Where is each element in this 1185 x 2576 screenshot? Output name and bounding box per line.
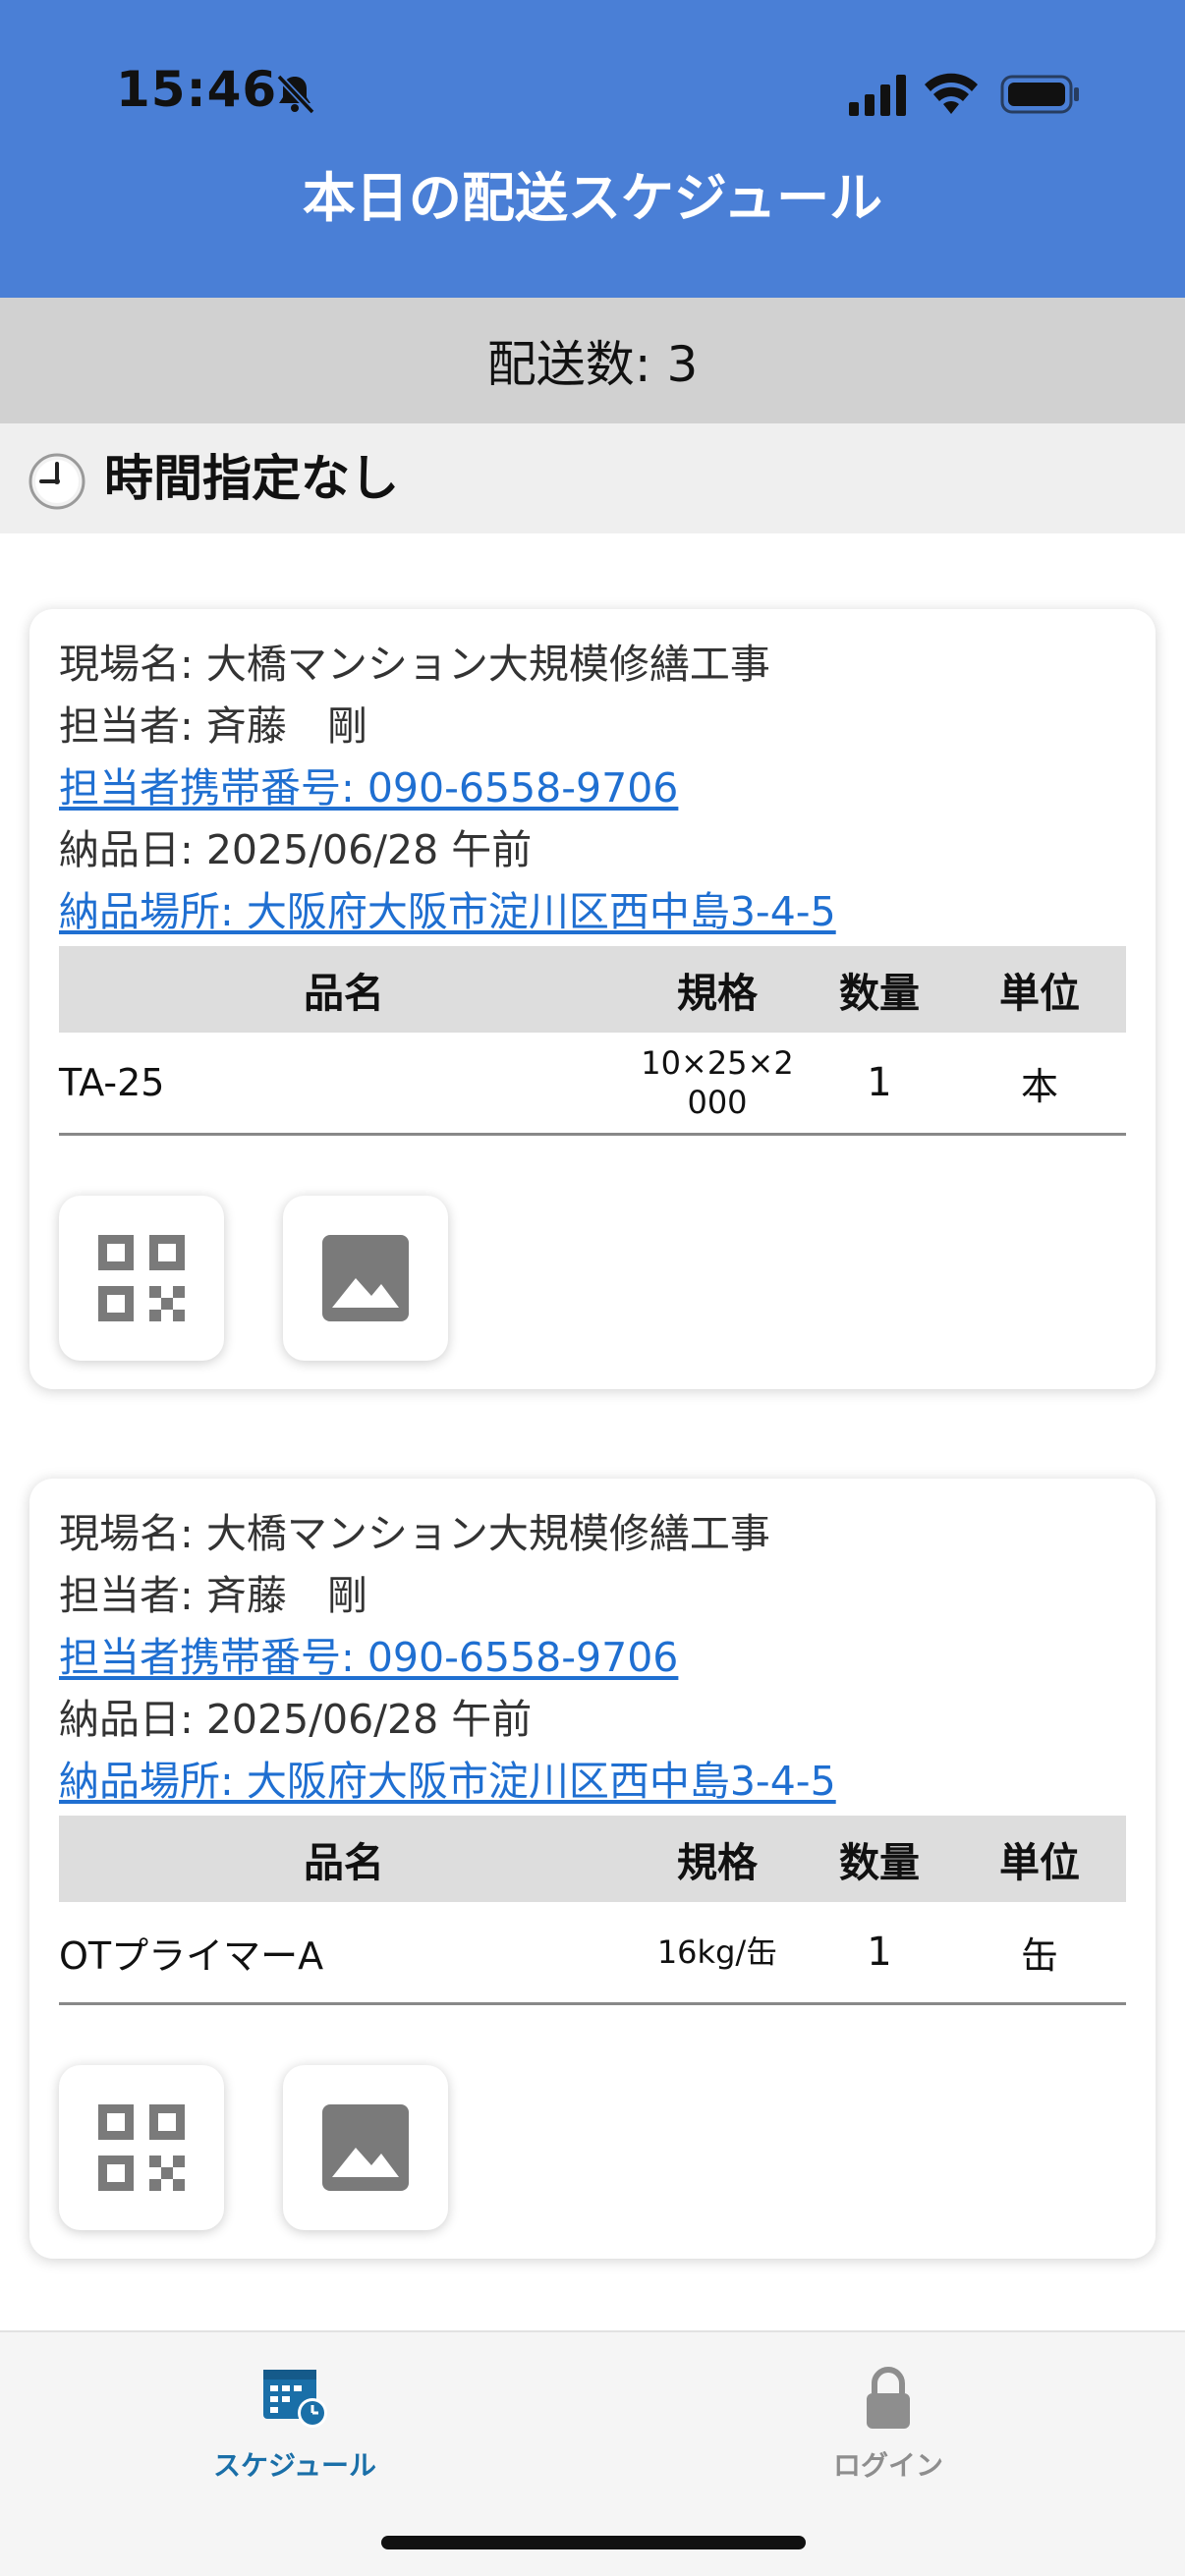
site-name: 現場名: 大橋マンション大規模修繕工事 [59,1510,770,1557]
item-spec: 10×25×2000 [641,1044,794,1121]
qr-code-button[interactable] [59,2065,224,2230]
qr-code-icon [98,2104,185,2191]
image-icon [322,2104,409,2191]
item-qty: 1 [867,1060,892,1105]
item-name: OTプライマーA [59,1933,324,1978]
item-name: TA-25 [59,1061,165,1104]
delivery-card: 現場名: 大橋マンション大規模修繕工事 担当者: 斉藤 剛 担当者携帯番号: 0… [29,1479,1156,2259]
cellular-signal-icon [849,75,906,116]
page-title: 本日の配送スケジュール [302,167,883,229]
home-indicator [381,2536,806,2549]
col-header-unit: 単位 [999,970,1080,1017]
item-qty: 1 [867,1930,892,1975]
tab-login[interactable]: ログイン [741,2354,1036,2482]
delivery-address-link[interactable]: 納品場所: 大阪府大阪市淀川区西中島3-4-5 [59,886,836,937]
photo-button[interactable] [283,1196,448,1361]
delivery-count: 配送数: 3 [0,298,1185,423]
status-time: 15:46 [116,61,278,118]
item-unit: 本 [1020,1064,1058,1108]
battery-icon [1000,75,1079,114]
site-name: 現場名: 大橋マンション大規模修繕工事 [59,641,770,688]
col-header-spec: 規格 [677,1839,758,1886]
delivery-date: 納品日: 2025/06/28 午前 [59,1696,533,1743]
app-screen: 15:46 本日の配送スケジュール 配送数: 3 時間指定なし 現場名: 大橋マ… [0,0,1185,2576]
bell-slash-icon [276,74,315,115]
header-bar: 15:46 本日の配送スケジュール [0,0,1185,298]
item-unit: 缶 [1020,1933,1058,1978]
delivery-address-link[interactable]: 納品場所: 大阪府大阪市淀川区西中島3-4-5 [59,1756,836,1807]
col-header-qty: 数量 [839,970,920,1017]
tab-schedule-label: スケジュール [212,2449,377,2482]
wifi-icon [925,73,978,114]
clock-icon [28,453,85,510]
contact-phone-link[interactable]: 担当者携帯番号: 090-6558-9706 [59,762,678,813]
items-table-header: 品名 規格 数量 単位 [59,1816,1126,1902]
table-row: TA-25 10×25×2000 1 本 [59,1033,1126,1136]
delivery-date: 納品日: 2025/06/28 午前 [59,826,533,873]
col-header-name: 品名 [304,1839,384,1886]
photo-button[interactable] [283,2065,448,2230]
section-header: 時間指定なし [0,423,1185,533]
col-header-qty: 数量 [839,1839,920,1886]
lock-icon [867,2367,910,2429]
item-spec: 16kg/缶 [656,1933,778,1971]
tab-schedule[interactable]: スケジュール [147,2354,442,2482]
col-header-spec: 規格 [677,970,758,1017]
calendar-clock-icon [263,2370,327,2428]
contact-phone-link[interactable]: 担当者携帯番号: 090-6558-9706 [59,1632,678,1683]
items-table-header: 品名 規格 数量 単位 [59,946,1126,1033]
section-label: 時間指定なし [104,450,399,507]
qr-code-button[interactable] [59,1196,224,1361]
contact-person: 担当者: 斉藤 剛 [59,1572,367,1619]
col-header-name: 品名 [304,970,384,1017]
col-header-unit: 単位 [999,1839,1080,1886]
image-icon [322,1235,409,1321]
contact-person: 担当者: 斉藤 剛 [59,702,367,750]
qr-code-icon [98,1235,185,1321]
tab-login-label: ログイン [832,2449,943,2482]
delivery-card: 現場名: 大橋マンション大規模修繕工事 担当者: 斉藤 剛 担当者携帯番号: 0… [29,609,1156,1389]
table-row: OTプライマーA 16kg/缶 1 缶 [59,1902,1126,2005]
